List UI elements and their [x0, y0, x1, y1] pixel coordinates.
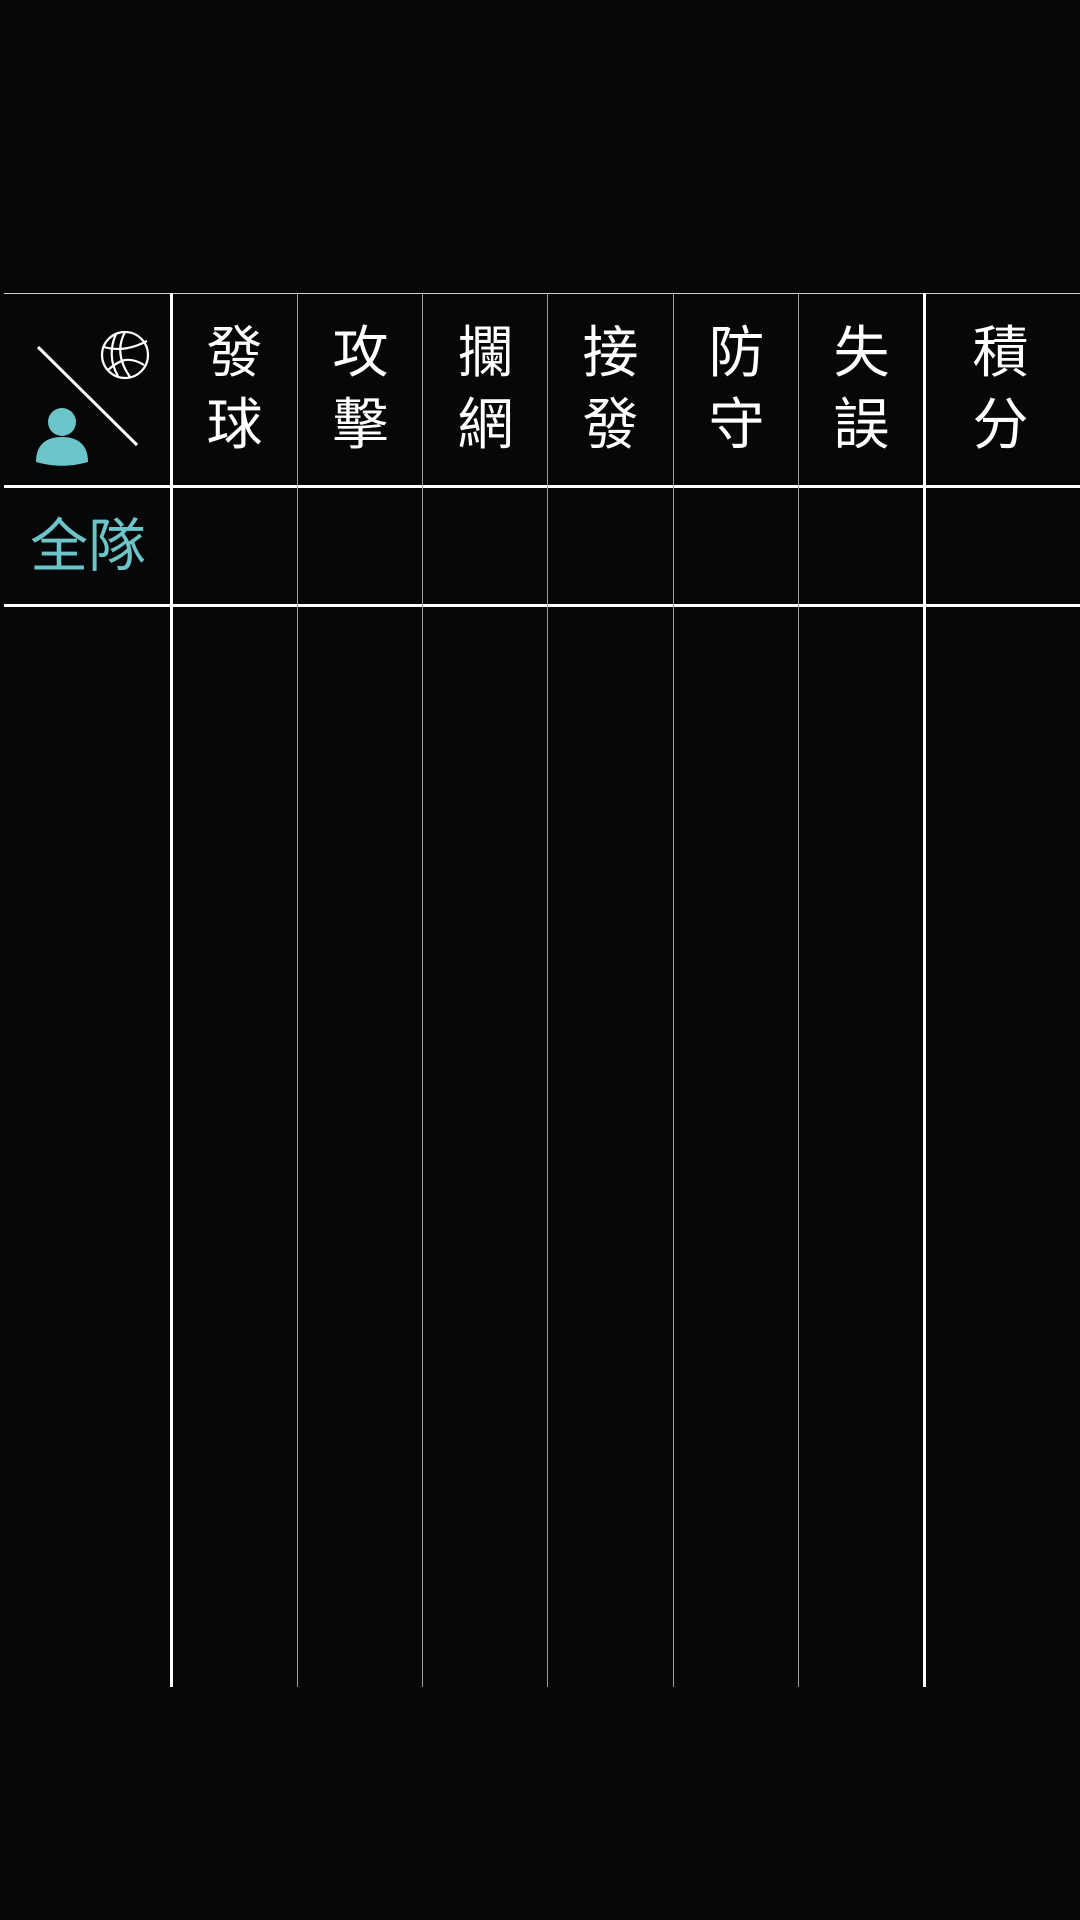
column-header-line: 擊 [332, 393, 389, 458]
team-cell-defense[interactable] [674, 488, 798, 604]
column-header-line: 網 [457, 393, 514, 458]
column-header-block: 攔 網 [423, 318, 548, 468]
column-header-line: 防 [708, 321, 765, 386]
column-header-defense: 防 守 [674, 318, 799, 468]
team-cell-block[interactable] [423, 488, 547, 604]
column-header-line: 分 [972, 393, 1029, 458]
column-header-line: 攔 [457, 321, 514, 386]
team-cell-serve[interactable] [173, 488, 297, 604]
team-cell-receive[interactable] [548, 488, 673, 604]
column-header-line: 球 [206, 393, 263, 458]
column-header-line: 發 [582, 393, 639, 458]
team-cell-score[interactable] [926, 488, 1080, 604]
column-header-serve: 發 球 [172, 318, 297, 468]
column-header-line: 失 [833, 321, 890, 386]
volleyball-icon [100, 330, 150, 380]
column-header-errors: 失 誤 [799, 318, 924, 468]
column-header-line: 攻 [332, 321, 389, 386]
column-header-line: 接 [582, 321, 639, 386]
column-header-attack: 攻 擊 [298, 318, 423, 468]
header-top-rule [4, 293, 1080, 294]
column-header-line: 守 [708, 393, 765, 458]
corner-header [30, 325, 160, 470]
column-header-score: 積 分 [938, 318, 1063, 468]
player-icon [36, 408, 88, 466]
team-cell-errors[interactable] [799, 488, 923, 604]
team-row-label: 全隊 [30, 512, 147, 580]
player-rows-area[interactable] [4, 607, 1080, 1687]
column-header-line: 積 [972, 321, 1029, 386]
column-header-line: 誤 [833, 393, 890, 458]
team-cell-attack[interactable] [298, 488, 422, 604]
column-header-receive: 接 發 [548, 318, 673, 468]
column-header-line: 發 [206, 321, 263, 386]
